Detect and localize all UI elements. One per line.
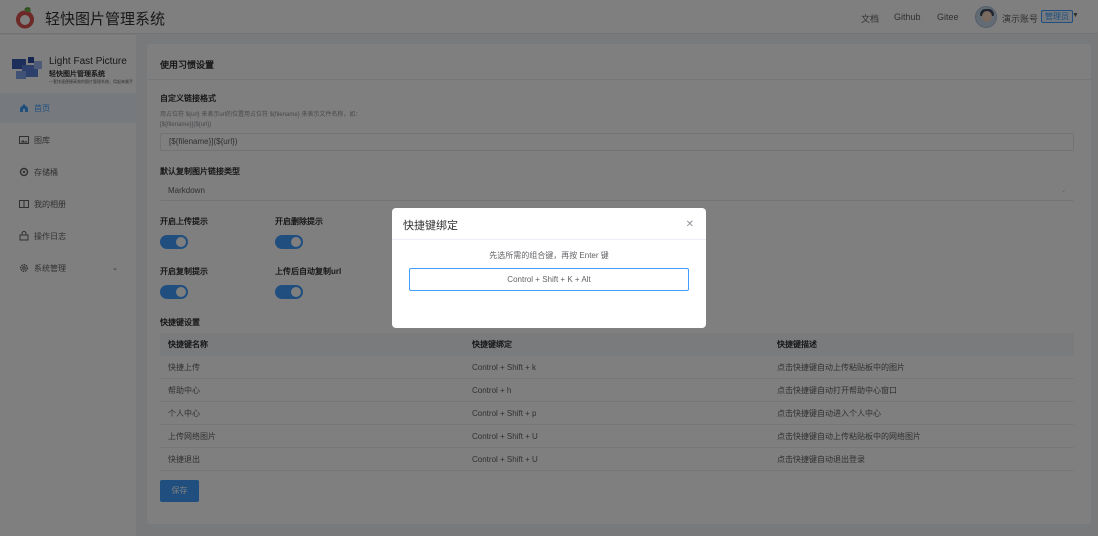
dialog-title: 快捷键绑定 [403, 220, 458, 232]
close-icon[interactable]: ✕ [686, 219, 694, 230]
shortcut-input[interactable]: Control + Shift + K + Alt [409, 268, 689, 291]
divider [392, 239, 706, 240]
shortcut-binding-dialog: 快捷键绑定 ✕ 先选所需的组合键，再按 Enter 键 Control + Sh… [392, 208, 706, 328]
dialog-hint: 先选所需的组合键，再按 Enter 键 [489, 251, 609, 260]
